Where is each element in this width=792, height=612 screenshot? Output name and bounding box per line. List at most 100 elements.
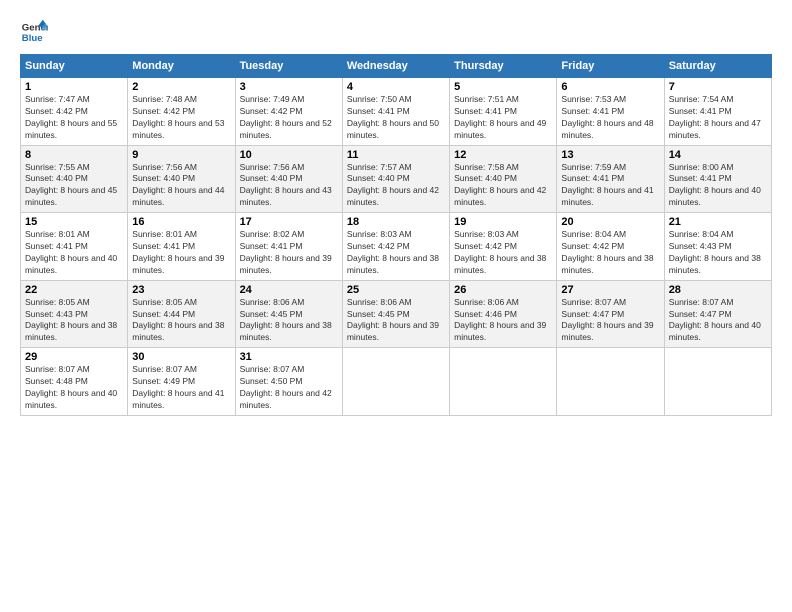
calendar-cell: 4Sunrise: 7:50 AMSunset: 4:41 PMDaylight…	[342, 78, 449, 146]
week-row-3: 15Sunrise: 8:01 AMSunset: 4:41 PMDayligh…	[21, 213, 772, 281]
calendar-cell: 11Sunrise: 7:57 AMSunset: 4:40 PMDayligh…	[342, 145, 449, 213]
day-number: 4	[347, 81, 445, 93]
logo: General Blue	[20, 18, 52, 46]
day-number: 17	[240, 216, 338, 228]
calendar-cell: 21Sunrise: 8:04 AMSunset: 4:43 PMDayligh…	[664, 213, 771, 281]
day-info: Sunrise: 7:59 AMSunset: 4:41 PMDaylight:…	[561, 162, 653, 208]
header-friday: Friday	[557, 55, 664, 78]
day-number: 8	[25, 149, 123, 161]
day-info: Sunrise: 7:48 AMSunset: 4:42 PMDaylight:…	[132, 94, 224, 140]
calendar-cell: 27Sunrise: 8:07 AMSunset: 4:47 PMDayligh…	[557, 280, 664, 348]
day-info: Sunrise: 8:07 AMSunset: 4:47 PMDaylight:…	[561, 297, 653, 343]
svg-text:Blue: Blue	[22, 33, 43, 44]
day-number: 18	[347, 216, 445, 228]
day-number: 2	[132, 81, 230, 93]
day-number: 15	[25, 216, 123, 228]
day-info: Sunrise: 8:06 AMSunset: 4:46 PMDaylight:…	[454, 297, 546, 343]
calendar-cell: 3Sunrise: 7:49 AMSunset: 4:42 PMDaylight…	[235, 78, 342, 146]
calendar-table: SundayMondayTuesdayWednesdayThursdayFrid…	[20, 54, 772, 416]
day-info: Sunrise: 8:04 AMSunset: 4:42 PMDaylight:…	[561, 229, 653, 275]
day-info: Sunrise: 7:56 AMSunset: 4:40 PMDaylight:…	[132, 162, 224, 208]
day-number: 19	[454, 216, 552, 228]
day-number: 20	[561, 216, 659, 228]
calendar-cell: 17Sunrise: 8:02 AMSunset: 4:41 PMDayligh…	[235, 213, 342, 281]
calendar-cell: 31Sunrise: 8:07 AMSunset: 4:50 PMDayligh…	[235, 348, 342, 416]
header-thursday: Thursday	[450, 55, 557, 78]
day-number: 12	[454, 149, 552, 161]
day-number: 16	[132, 216, 230, 228]
calendar-cell: 29Sunrise: 8:07 AMSunset: 4:48 PMDayligh…	[21, 348, 128, 416]
day-number: 23	[132, 284, 230, 296]
day-info: Sunrise: 8:07 AMSunset: 4:47 PMDaylight:…	[669, 297, 761, 343]
calendar-cell: 1Sunrise: 7:47 AMSunset: 4:42 PMDaylight…	[21, 78, 128, 146]
calendar-cell: 6Sunrise: 7:53 AMSunset: 4:41 PMDaylight…	[557, 78, 664, 146]
header-wednesday: Wednesday	[342, 55, 449, 78]
header-monday: Monday	[128, 55, 235, 78]
calendar-cell: 9Sunrise: 7:56 AMSunset: 4:40 PMDaylight…	[128, 145, 235, 213]
day-number: 31	[240, 351, 338, 363]
day-info: Sunrise: 8:07 AMSunset: 4:48 PMDaylight:…	[25, 364, 117, 410]
day-info: Sunrise: 8:02 AMSunset: 4:41 PMDaylight:…	[240, 229, 332, 275]
day-info: Sunrise: 7:55 AMSunset: 4:40 PMDaylight:…	[25, 162, 117, 208]
calendar-body: 1Sunrise: 7:47 AMSunset: 4:42 PMDaylight…	[21, 78, 772, 416]
day-number: 22	[25, 284, 123, 296]
day-number: 11	[347, 149, 445, 161]
day-info: Sunrise: 8:06 AMSunset: 4:45 PMDaylight:…	[240, 297, 332, 343]
day-number: 3	[240, 81, 338, 93]
logo-icon: General Blue	[20, 18, 48, 46]
day-info: Sunrise: 7:49 AMSunset: 4:42 PMDaylight:…	[240, 94, 332, 140]
calendar-cell	[450, 348, 557, 416]
calendar-cell: 15Sunrise: 8:01 AMSunset: 4:41 PMDayligh…	[21, 213, 128, 281]
day-info: Sunrise: 7:58 AMSunset: 4:40 PMDaylight:…	[454, 162, 546, 208]
day-info: Sunrise: 7:47 AMSunset: 4:42 PMDaylight:…	[25, 94, 117, 140]
calendar-cell: 24Sunrise: 8:06 AMSunset: 4:45 PMDayligh…	[235, 280, 342, 348]
day-number: 13	[561, 149, 659, 161]
header-sunday: Sunday	[21, 55, 128, 78]
header-saturday: Saturday	[664, 55, 771, 78]
calendar-cell: 25Sunrise: 8:06 AMSunset: 4:45 PMDayligh…	[342, 280, 449, 348]
week-row-4: 22Sunrise: 8:05 AMSunset: 4:43 PMDayligh…	[21, 280, 772, 348]
calendar-cell	[557, 348, 664, 416]
day-info: Sunrise: 8:03 AMSunset: 4:42 PMDaylight:…	[454, 229, 546, 275]
calendar-cell: 13Sunrise: 7:59 AMSunset: 4:41 PMDayligh…	[557, 145, 664, 213]
calendar-cell: 14Sunrise: 8:00 AMSunset: 4:41 PMDayligh…	[664, 145, 771, 213]
calendar-header-row: SundayMondayTuesdayWednesdayThursdayFrid…	[21, 55, 772, 78]
day-number: 9	[132, 149, 230, 161]
day-info: Sunrise: 8:04 AMSunset: 4:43 PMDaylight:…	[669, 229, 761, 275]
day-info: Sunrise: 8:01 AMSunset: 4:41 PMDaylight:…	[25, 229, 117, 275]
week-row-1: 1Sunrise: 7:47 AMSunset: 4:42 PMDaylight…	[21, 78, 772, 146]
day-info: Sunrise: 8:03 AMSunset: 4:42 PMDaylight:…	[347, 229, 439, 275]
calendar-cell: 20Sunrise: 8:04 AMSunset: 4:42 PMDayligh…	[557, 213, 664, 281]
day-number: 28	[669, 284, 767, 296]
calendar-cell: 16Sunrise: 8:01 AMSunset: 4:41 PMDayligh…	[128, 213, 235, 281]
calendar-cell: 26Sunrise: 8:06 AMSunset: 4:46 PMDayligh…	[450, 280, 557, 348]
calendar-cell: 23Sunrise: 8:05 AMSunset: 4:44 PMDayligh…	[128, 280, 235, 348]
day-number: 24	[240, 284, 338, 296]
day-info: Sunrise: 8:05 AMSunset: 4:43 PMDaylight:…	[25, 297, 117, 343]
day-number: 14	[669, 149, 767, 161]
week-row-2: 8Sunrise: 7:55 AMSunset: 4:40 PMDaylight…	[21, 145, 772, 213]
day-number: 30	[132, 351, 230, 363]
day-info: Sunrise: 7:50 AMSunset: 4:41 PMDaylight:…	[347, 94, 439, 140]
day-number: 5	[454, 81, 552, 93]
header-tuesday: Tuesday	[235, 55, 342, 78]
day-info: Sunrise: 7:51 AMSunset: 4:41 PMDaylight:…	[454, 94, 546, 140]
day-info: Sunrise: 8:00 AMSunset: 4:41 PMDaylight:…	[669, 162, 761, 208]
day-info: Sunrise: 8:07 AMSunset: 4:50 PMDaylight:…	[240, 364, 332, 410]
day-info: Sunrise: 7:57 AMSunset: 4:40 PMDaylight:…	[347, 162, 439, 208]
calendar-cell: 28Sunrise: 8:07 AMSunset: 4:47 PMDayligh…	[664, 280, 771, 348]
day-info: Sunrise: 7:54 AMSunset: 4:41 PMDaylight:…	[669, 94, 761, 140]
calendar-cell: 30Sunrise: 8:07 AMSunset: 4:49 PMDayligh…	[128, 348, 235, 416]
page-header: General Blue	[20, 18, 772, 46]
week-row-5: 29Sunrise: 8:07 AMSunset: 4:48 PMDayligh…	[21, 348, 772, 416]
calendar-cell: 18Sunrise: 8:03 AMSunset: 4:42 PMDayligh…	[342, 213, 449, 281]
day-number: 7	[669, 81, 767, 93]
day-number: 1	[25, 81, 123, 93]
day-info: Sunrise: 8:07 AMSunset: 4:49 PMDaylight:…	[132, 364, 224, 410]
calendar-cell: 19Sunrise: 8:03 AMSunset: 4:42 PMDayligh…	[450, 213, 557, 281]
calendar-cell	[664, 348, 771, 416]
day-number: 25	[347, 284, 445, 296]
day-info: Sunrise: 7:53 AMSunset: 4:41 PMDaylight:…	[561, 94, 653, 140]
calendar-cell	[342, 348, 449, 416]
day-info: Sunrise: 8:01 AMSunset: 4:41 PMDaylight:…	[132, 229, 224, 275]
